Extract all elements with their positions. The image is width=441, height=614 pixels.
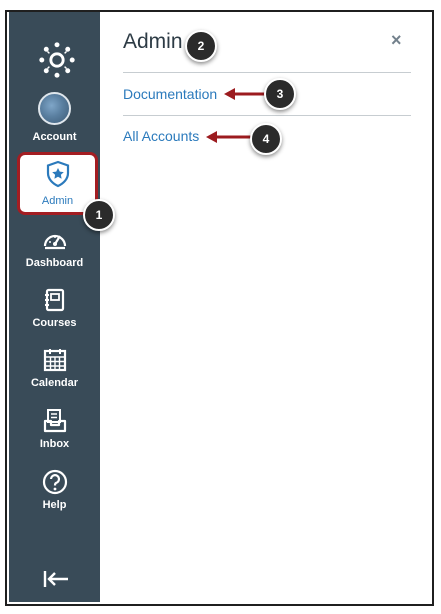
nav-item-courses[interactable]: Courses — [9, 288, 100, 329]
question-icon — [42, 469, 67, 495]
book-icon — [44, 288, 64, 312]
nav-label-admin: Admin — [41, 195, 74, 207]
nav-item-account[interactable]: Account — [9, 92, 100, 143]
shield-star-icon — [46, 160, 70, 188]
nav-label-calendar: Calendar — [30, 377, 79, 389]
nav-label-account: Account — [32, 131, 77, 143]
calendar-icon — [43, 349, 66, 372]
inbox-icon — [43, 409, 66, 433]
nav-label-courses: Courses — [32, 317, 77, 329]
global-nav: Account Dashboard Courses Calendar Inbox… — [9, 12, 100, 602]
all-accounts-link[interactable]: All Accounts — [123, 128, 199, 144]
nav-item-calendar[interactable]: Calendar — [9, 348, 100, 389]
canvas-logo-icon[interactable] — [38, 41, 76, 79]
close-icon[interactable]: × — [391, 30, 402, 51]
nav-item-help[interactable]: Help — [9, 469, 100, 511]
documentation-link[interactable]: Documentation — [123, 86, 217, 102]
callout-badge-4: 4 — [250, 123, 282, 155]
tray-title: Admin — [123, 30, 183, 53]
callout-badge-1: 1 — [83, 199, 115, 231]
nav-label-dashboard: Dashboard — [25, 257, 84, 269]
nav-item-inbox[interactable]: Inbox — [9, 409, 100, 450]
speedometer-icon — [43, 234, 66, 250]
avatar — [38, 92, 71, 125]
callout-badge-2: 2 — [185, 30, 217, 62]
callout-badge-3: 3 — [264, 78, 296, 110]
divider — [123, 115, 411, 116]
nav-label-help: Help — [42, 499, 67, 511]
arrow-icon — [206, 131, 252, 143]
collapse-arrow-icon[interactable] — [43, 570, 69, 588]
nav-label-inbox: Inbox — [39, 438, 70, 450]
nav-item-dashboard[interactable]: Dashboard — [9, 229, 100, 269]
divider — [123, 72, 411, 73]
